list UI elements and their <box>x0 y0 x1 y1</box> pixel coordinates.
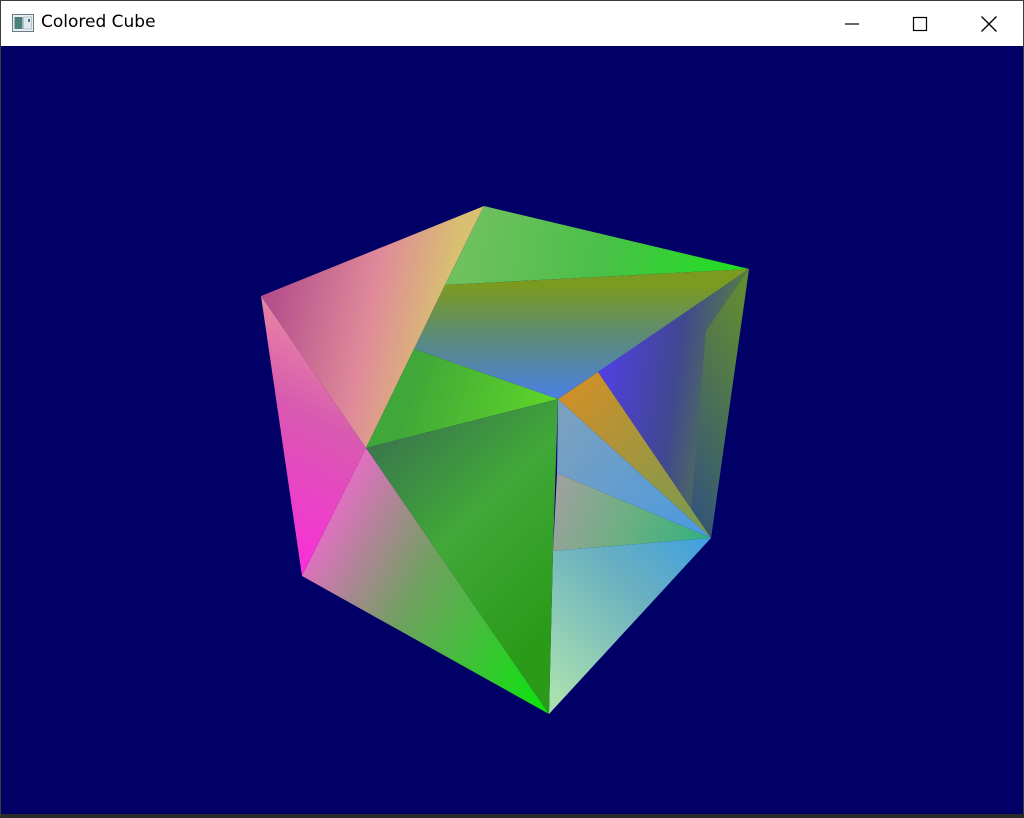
app-window: Colored Cube <box>0 0 1024 818</box>
maximize-icon <box>912 16 928 31</box>
window-bottom-border <box>1 814 1024 818</box>
window-title: Colored Cube <box>41 12 156 32</box>
colored-cube <box>261 206 749 714</box>
title-bar[interactable]: Colored Cube <box>1 1 1023 46</box>
render-viewport[interactable] <box>1 46 1023 814</box>
minimize-button[interactable] <box>817 1 887 46</box>
window-app-icon <box>12 14 34 32</box>
maximize-button[interactable] <box>885 1 955 46</box>
minimize-icon <box>845 22 859 25</box>
close-button[interactable] <box>954 1 1024 46</box>
close-icon <box>981 15 997 32</box>
